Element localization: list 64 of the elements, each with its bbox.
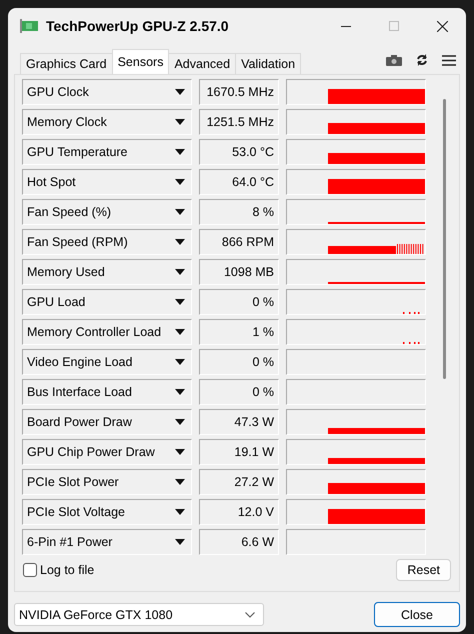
caret-icon [175,449,185,455]
maximize-icon [389,21,399,31]
sensor-dropdown[interactable]: Bus Interface Load [22,379,192,405]
sensor-reading: 8 % [199,199,279,225]
sensor-dropdown[interactable]: Hot Spot [22,169,192,195]
sensor-dropdown[interactable]: PCIe Slot Power [22,469,192,495]
window-title: TechPowerUp GPU-Z 2.57.0 [46,18,230,34]
menu-icon[interactable] [442,54,456,66]
reset-button[interactable]: Reset [396,559,451,581]
sensor-dropdown[interactable]: GPU Chip Power Draw [22,439,192,465]
sensor-reading: 1098 MB [199,259,279,285]
camera-icon[interactable] [386,54,402,66]
caret-icon [175,479,185,485]
sensor-dropdown[interactable]: 6-Pin #1 Power [22,529,192,555]
sensor-dropdown[interactable]: PCIe Slot Voltage [22,499,192,525]
log-to-file-checkbox[interactable]: Log to file [23,563,94,577]
tab[interactable]: Graphics Card [20,53,113,74]
gpu-select[interactable]: NVIDIA GeForce GTX 1080 [14,603,264,626]
sensor-dropdown[interactable]: GPU Load [22,289,192,315]
sensor-reading: 53.0 °C [199,139,279,165]
close-icon [436,20,448,32]
caret-icon [175,389,185,395]
caret-icon [175,509,185,515]
caret-icon [175,419,185,425]
sensor-reading: 12.0 V [199,499,279,525]
caret-icon [175,179,185,185]
close-dialog-button[interactable]: Close [374,602,460,627]
refresh-icon[interactable] [416,54,428,66]
tab[interactable]: Validation [235,53,302,74]
caret-icon [175,299,185,305]
sensor-dropdown[interactable]: Fan Speed (%) [22,199,192,225]
sensor-dropdown[interactable]: GPU Clock [22,79,192,105]
sensor-reading: 19.1 W [199,439,279,465]
tab[interactable]: Sensors [112,49,170,74]
sensor-reading: 0 % [199,349,279,375]
sensor-dropdown[interactable]: GPU Temperature [22,139,192,165]
sensor-reading: 47.3 W [199,409,279,435]
sensor-reading: 27.2 W [199,469,279,495]
scrollbar-thumb[interactable] [442,99,446,379]
graphics-card-icon [20,19,38,33]
caret-icon [175,119,185,125]
chevron-icon [245,612,255,618]
sensor-dropdown[interactable]: Memory Clock [22,109,192,135]
sensor-dropdown[interactable]: Board Power Draw [22,409,192,435]
caret-icon [175,89,185,95]
sensor-dropdown[interactable]: Video Engine Load [22,349,192,375]
sensor-dropdown[interactable]: Memory Used [22,259,192,285]
sensor-reading: 6.6 W [199,529,279,555]
sensor-reading: 0 % [199,379,279,405]
sensor-dropdown[interactable]: Fan Speed (RPM) [22,229,192,255]
caret-icon [175,209,185,215]
sensor-reading: 1670.5 MHz [199,79,279,105]
sensor-reading: 866 RPM [199,229,279,255]
sensor-reading: 64.0 °C [199,169,279,195]
caret-icon [175,539,185,545]
caret-icon [175,149,185,155]
caret-icon [175,269,185,275]
caret-icon [175,329,185,335]
caret-icon [175,359,185,365]
sensor-reading: 0 % [199,289,279,315]
caret-icon [175,239,185,245]
sensor-dropdown[interactable]: Memory Controller Load [22,319,192,345]
sensor-reading: 1 % [199,319,279,345]
sensor-reading: 1251.5 MHz [199,109,279,135]
